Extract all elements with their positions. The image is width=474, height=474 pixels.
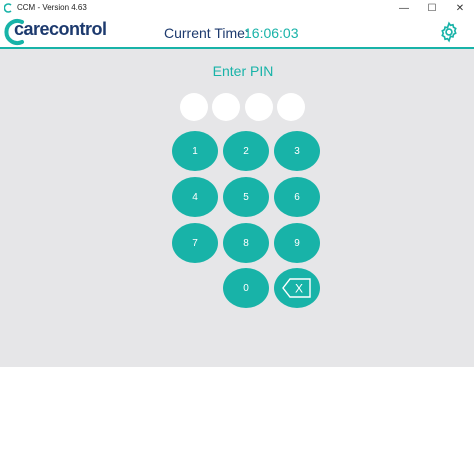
maximize-button[interactable]: ☐ (420, 0, 444, 17)
backspace-icon: X (282, 278, 311, 298)
gear-icon[interactable] (438, 21, 460, 43)
key-3[interactable]: 3 (274, 131, 320, 171)
close-button[interactable]: ✕ (448, 0, 472, 17)
window-title: CCM - Version 4.63 (17, 3, 87, 12)
key-1[interactable]: 1 (172, 131, 218, 171)
pin-dot (245, 93, 273, 121)
window-titlebar: CCM - Version 4.63 — ☐ ✕ (0, 0, 474, 17)
logo-text: carecontrol (14, 19, 107, 39)
key-4[interactable]: 4 (172, 177, 218, 217)
backspace-button[interactable]: X (274, 268, 320, 308)
app-header: carecontrol Current Time: 16:06:03 (0, 17, 474, 47)
backspace-label: X (295, 282, 303, 296)
current-time-value: 16:06:03 (244, 25, 299, 41)
pin-panel: Enter PIN 1 2 3 4 5 6 7 8 9 0 X (0, 49, 474, 367)
current-time-label: Current Time: (164, 25, 249, 41)
key-5[interactable]: 5 (223, 177, 269, 217)
key-9[interactable]: 9 (274, 223, 320, 263)
key-6[interactable]: 6 (274, 177, 320, 217)
pin-dot (212, 93, 240, 121)
carecontrol-logo: carecontrol (0, 17, 110, 47)
pin-dot (277, 93, 305, 121)
key-0[interactable]: 0 (223, 268, 269, 308)
pin-title: Enter PIN (212, 63, 274, 79)
app-icon (4, 3, 12, 13)
key-8[interactable]: 8 (223, 223, 269, 263)
key-7[interactable]: 7 (172, 223, 218, 263)
pin-dot (180, 93, 208, 121)
minimize-button[interactable]: — (392, 0, 416, 17)
key-2[interactable]: 2 (223, 131, 269, 171)
